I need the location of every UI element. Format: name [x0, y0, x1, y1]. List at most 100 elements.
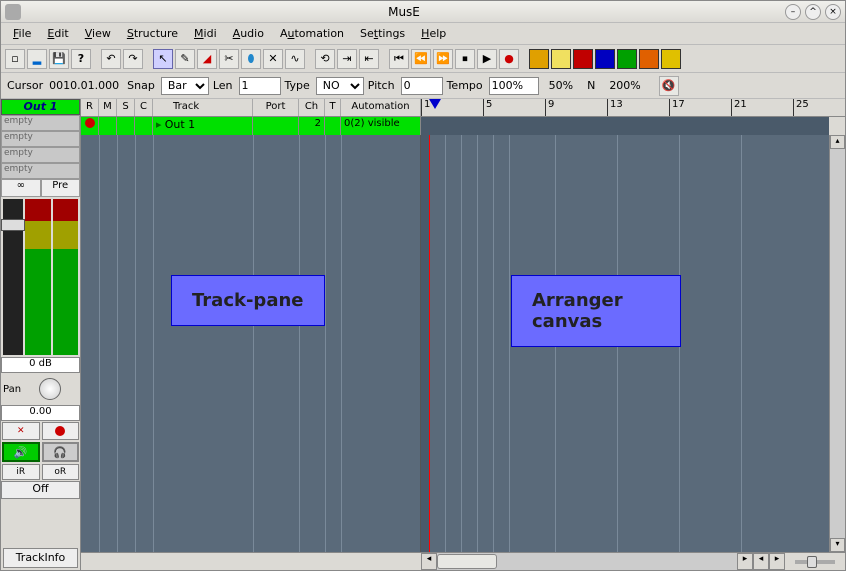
col-s[interactable]: S: [117, 99, 135, 116]
mute-tool[interactable]: ✕: [263, 49, 283, 69]
pre-button[interactable]: Pre: [41, 179, 81, 197]
mute-button[interactable]: 🔊: [2, 442, 40, 462]
col-c[interactable]: C: [135, 99, 153, 116]
whatsthis-button[interactable]: ?: [71, 49, 91, 69]
glue-tool[interactable]: ⬮: [241, 49, 261, 69]
scroll-down-button[interactable]: ▾: [830, 538, 845, 552]
scroll-track[interactable]: [437, 553, 737, 570]
record-button[interactable]: ●: [499, 49, 519, 69]
arranger-canvas[interactable]: Arranger canvas: [421, 135, 829, 552]
panic-button[interactable]: [529, 49, 549, 69]
undo-button[interactable]: ↶: [101, 49, 121, 69]
menu-file[interactable]: File: [5, 24, 39, 43]
ruler-tick: 17: [669, 99, 731, 116]
tempo-50[interactable]: 50%: [549, 79, 573, 92]
tempo-input[interactable]: [489, 77, 539, 95]
insert-slot-2[interactable]: empty: [1, 147, 80, 163]
play-button[interactable]: ▶: [477, 49, 497, 69]
close-button[interactable]: ×: [825, 4, 841, 20]
ruler-tick: 13: [607, 99, 669, 116]
view4-button[interactable]: [639, 49, 659, 69]
rec-arm-button[interactable]: [42, 422, 80, 440]
col-automation[interactable]: Automation: [341, 99, 421, 116]
pointer-tool[interactable]: ↖: [153, 49, 173, 69]
trackinfo-toggle[interactable]: TrackInfo: [3, 548, 78, 568]
track-type-icon: ▸: [156, 118, 162, 131]
mute-speaker-icon[interactable]: 🔇: [659, 76, 679, 96]
maximize-button[interactable]: ^: [805, 4, 821, 20]
time-ruler[interactable]: 1 5 9 13 17 21 25: [421, 99, 829, 116]
punchin-button[interactable]: ⇥: [337, 49, 357, 69]
new-button[interactable]: ▫: [5, 49, 25, 69]
pencil-tool[interactable]: ✎: [175, 49, 195, 69]
insert-slot-0[interactable]: empty: [1, 115, 80, 131]
playhead-line: [429, 135, 430, 552]
forward-button[interactable]: ⏩: [433, 49, 453, 69]
pitch-input[interactable]: [401, 77, 443, 95]
vertical-scrollbar[interactable]: ▴ ▾: [829, 135, 845, 552]
scroll-thumb[interactable]: [437, 554, 497, 569]
col-port[interactable]: Port: [253, 99, 299, 116]
solo-button[interactable]: 🎧: [42, 442, 80, 462]
view5-button[interactable]: [661, 49, 681, 69]
chain-button[interactable]: ∞: [1, 179, 41, 197]
track-automation[interactable]: 0(2) visible: [341, 117, 421, 135]
loop-button[interactable]: ⟲: [315, 49, 335, 69]
menu-midi[interactable]: Midi: [186, 24, 225, 43]
playhead-marker[interactable]: [429, 99, 441, 109]
input-route-button[interactable]: iR: [2, 464, 40, 480]
track-name-header[interactable]: Out 1: [1, 99, 80, 115]
tempo-n[interactable]: N: [587, 79, 595, 92]
minimize-button[interactable]: –: [785, 4, 801, 20]
menu-automation[interactable]: Automation: [272, 24, 352, 43]
insert-slot-1[interactable]: empty: [1, 131, 80, 147]
stop-button[interactable]: ⏹: [455, 49, 475, 69]
menu-audio[interactable]: Audio: [225, 24, 272, 43]
eraser-tool[interactable]: ◢: [197, 49, 217, 69]
zoom-in-button[interactable]: ▸: [769, 553, 785, 570]
track-ch: 2: [299, 117, 325, 135]
view3-button[interactable]: [617, 49, 637, 69]
zoom-out-button[interactable]: ◂: [753, 553, 769, 570]
metronome-button[interactable]: [551, 49, 571, 69]
off-button[interactable]: Off: [1, 481, 80, 499]
view2-button[interactable]: [595, 49, 615, 69]
rec-indicator[interactable]: ✕: [2, 422, 40, 440]
scroll-right-button[interactable]: ▸: [737, 553, 753, 570]
col-t[interactable]: T: [325, 99, 341, 116]
output-route-button[interactable]: oR: [42, 464, 80, 480]
tempo-200[interactable]: 200%: [609, 79, 640, 92]
col-ch[interactable]: Ch: [299, 99, 325, 116]
col-r[interactable]: R: [81, 99, 99, 116]
menu-structure[interactable]: Structure: [119, 24, 186, 43]
pan-value[interactable]: 0.00: [1, 405, 80, 421]
len-input[interactable]: [239, 77, 281, 95]
track-rec-icon[interactable]: [85, 118, 95, 128]
track-row[interactable]: ▸ Out 1 2 0(2) visible: [81, 117, 845, 135]
menu-edit[interactable]: Edit: [39, 24, 76, 43]
col-track[interactable]: Track: [153, 99, 253, 116]
menu-help[interactable]: Help: [413, 24, 454, 43]
scroll-up-button[interactable]: ▴: [830, 135, 845, 149]
snap-select[interactable]: Bar: [161, 77, 209, 95]
rewind-start-button[interactable]: ⏮: [389, 49, 409, 69]
zoom-slider[interactable]: [795, 560, 835, 564]
save-button[interactable]: 💾: [49, 49, 69, 69]
view1-button[interactable]: [573, 49, 593, 69]
cut-tool[interactable]: ✂: [219, 49, 239, 69]
volume-fader[interactable]: [3, 199, 23, 355]
scroll-left-button[interactable]: ◂: [421, 553, 437, 570]
track-pane[interactable]: Track-pane: [81, 135, 421, 552]
redo-button[interactable]: ↷: [123, 49, 143, 69]
menu-settings[interactable]: Settings: [352, 24, 413, 43]
open-button[interactable]: ▂: [27, 49, 47, 69]
draw-tool[interactable]: ∿: [285, 49, 305, 69]
type-select[interactable]: NO: [316, 77, 364, 95]
punchout-button[interactable]: ⇤: [359, 49, 379, 69]
col-m[interactable]: M: [99, 99, 117, 116]
pan-knob[interactable]: [39, 378, 61, 400]
insert-slot-3[interactable]: empty: [1, 163, 80, 179]
window-title: MusE: [27, 5, 781, 19]
menu-view[interactable]: View: [77, 24, 119, 43]
rewind-button[interactable]: ⏪: [411, 49, 431, 69]
